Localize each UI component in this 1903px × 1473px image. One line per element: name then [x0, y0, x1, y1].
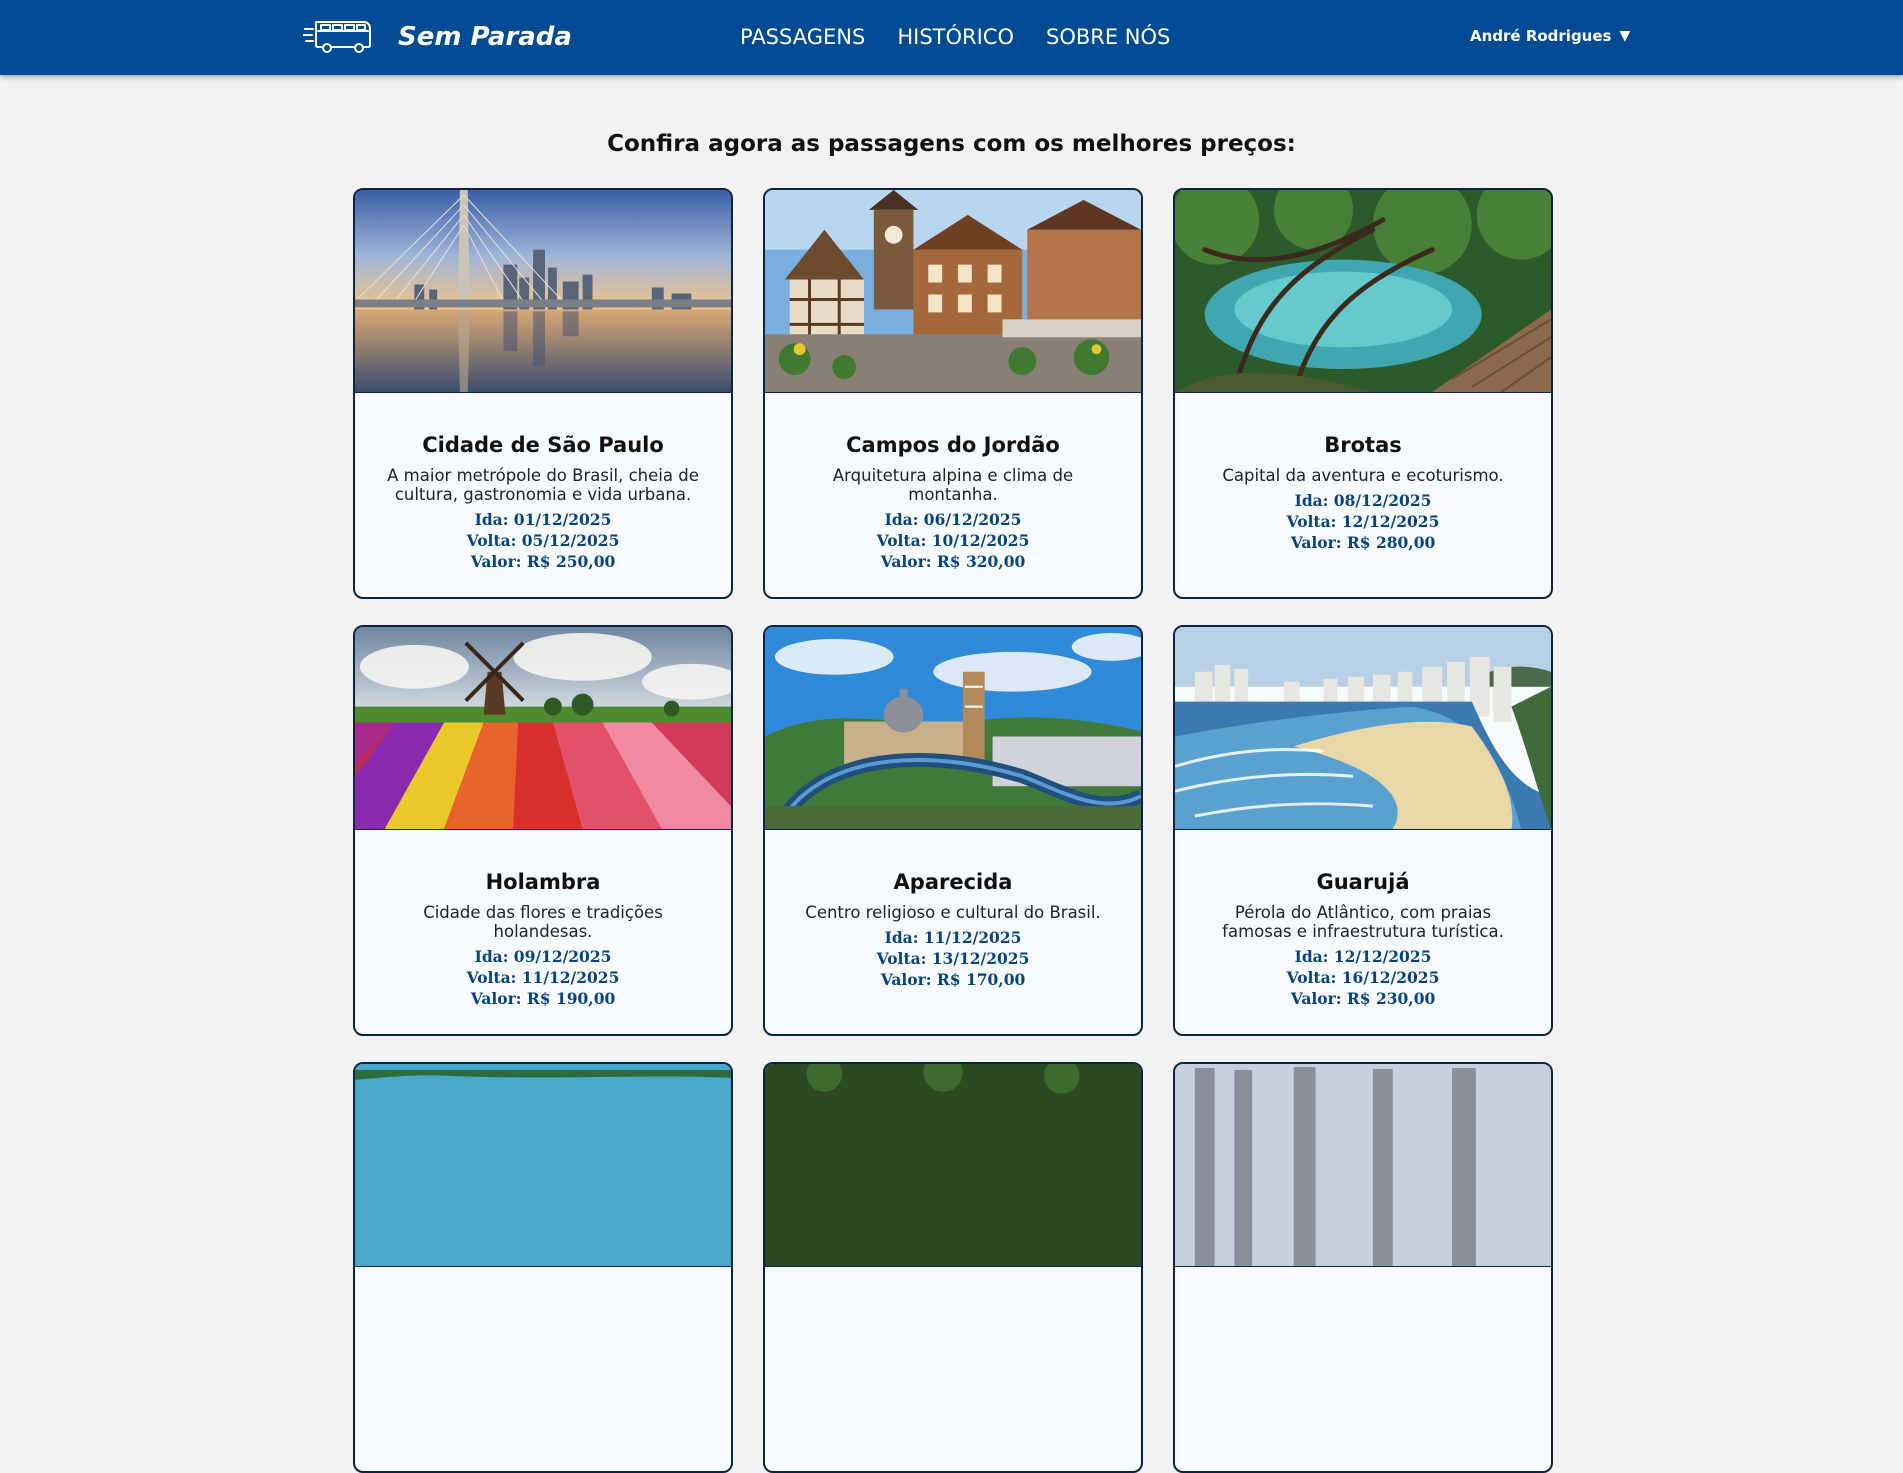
campos-do-jordao-village-image	[765, 190, 1141, 393]
ticket-card-partial-2[interactable]	[763, 1062, 1143, 1473]
partial-forest-image	[765, 1064, 1141, 1267]
brand[interactable]: Sem Parada	[303, 16, 572, 56]
card-price: Valor: R$ 250,00	[470, 552, 616, 571]
top-navbar: Sem Parada PASSAGENS HISTÓRICO SOBRE NÓS…	[0, 0, 1903, 75]
card-price: Valor: R$ 190,00	[470, 989, 616, 1008]
nav-link-historico[interactable]: HISTÓRICO	[897, 25, 1014, 49]
caret-down-icon[interactable]: ▼	[1619, 29, 1630, 43]
ticket-card-holambra[interactable]: Holambra Cidade das flores e tradições h…	[353, 625, 733, 1036]
card-description: Capital da aventura e ecoturismo.	[1222, 466, 1504, 485]
card-return-date: Volta: 10/12/2025	[876, 531, 1030, 550]
card-title: Cidade de São Paulo	[422, 433, 664, 457]
ticket-card-aparecida[interactable]: Aparecida Centro religioso e cultural do…	[763, 625, 1143, 1036]
card-title: Campos do Jordão	[846, 433, 1060, 457]
nav-link-passagens[interactable]: PASSAGENS	[740, 25, 865, 49]
card-return-date: Volta: 05/12/2025	[466, 531, 620, 550]
bus-icon	[303, 21, 371, 53]
user-menu[interactable]: André Rodrigues ▼	[1470, 27, 1630, 45]
aparecida-basilica-image	[765, 627, 1141, 830]
card-departure-date: Ida: 08/12/2025	[1294, 491, 1432, 510]
card-departure-date: Ida: 12/12/2025	[1294, 947, 1432, 966]
card-return-date: Volta: 13/12/2025	[876, 949, 1030, 968]
ticket-card-sao-paulo[interactable]: Cidade de São Paulo A maior metrópole do…	[353, 188, 733, 599]
partial-coast-image	[355, 1064, 731, 1267]
card-title: Brotas	[1324, 433, 1402, 457]
user-name[interactable]: André Rodrigues	[1470, 27, 1611, 45]
card-return-date: Volta: 16/12/2025	[1286, 968, 1440, 987]
ticket-card-campos-do-jordao[interactable]: Campos do Jordão Arquitetura alpina e cl…	[763, 188, 1143, 599]
main-nav: PASSAGENS HISTÓRICO SOBRE NÓS	[740, 25, 1170, 49]
ticket-card-partial-1[interactable]	[353, 1062, 733, 1473]
card-title: Holambra	[485, 870, 601, 894]
card-title: Guarujá	[1316, 870, 1410, 894]
card-description: Pérola do Atlântico, com praias famosas …	[1222, 903, 1504, 941]
ticket-card-brotas[interactable]: Brotas Capital da aventura e ecoturismo.…	[1173, 188, 1553, 599]
brotas-lagoon-image	[1175, 190, 1551, 393]
card-title: Aparecida	[893, 870, 1013, 894]
nav-link-sobre-nos[interactable]: SOBRE NÓS	[1046, 25, 1170, 49]
guaruja-beach-image	[1175, 627, 1551, 830]
card-departure-date: Ida: 09/12/2025	[474, 947, 612, 966]
card-departure-date: Ida: 06/12/2025	[884, 510, 1022, 529]
card-description: Arquitetura alpina e clima de montanha.	[832, 466, 1074, 504]
page-heading: Confira agora as passagens com os melhor…	[607, 131, 1296, 157]
card-price: Valor: R$ 280,00	[1290, 533, 1436, 552]
sao-paulo-bridge-image	[355, 190, 731, 393]
card-return-date: Volta: 11/12/2025	[466, 968, 620, 987]
partial-city-image	[1175, 1064, 1551, 1267]
card-return-date: Volta: 12/12/2025	[1286, 512, 1440, 531]
card-description: Centro religioso e cultural do Brasil.	[805, 903, 1101, 922]
ticket-card-partial-3[interactable]	[1173, 1062, 1553, 1473]
card-departure-date: Ida: 01/12/2025	[474, 510, 612, 529]
card-price: Valor: R$ 230,00	[1290, 989, 1436, 1008]
brand-name[interactable]: Sem Parada	[398, 22, 572, 52]
ticket-card-guaruja[interactable]: Guarujá Pérola do Atlântico, com praias …	[1173, 625, 1553, 1036]
card-description: Cidade das flores e tradições holandesas…	[423, 903, 663, 941]
card-description: A maior metrópole do Brasil, cheia de cu…	[387, 466, 699, 504]
card-price: Valor: R$ 170,00	[880, 970, 1026, 989]
card-departure-date: Ida: 11/12/2025	[884, 928, 1022, 947]
card-price: Valor: R$ 320,00	[880, 552, 1026, 571]
holambra-windmill-image	[355, 627, 731, 830]
